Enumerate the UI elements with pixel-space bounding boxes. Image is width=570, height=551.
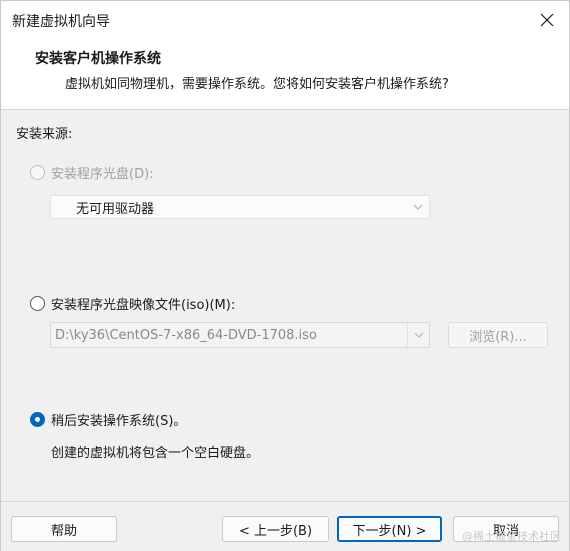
iso-path-value: D:\ky36\CentOS-7-x86_64-DVD-1708.iso [55,327,317,343]
help-button[interactable]: 帮助 [11,516,117,542]
page-title: 安装客户机操作系统 [35,51,161,67]
page-description: 虚拟机如同物理机，需要操作系统。您将如何安装客户机操作系统? [65,77,449,92]
drive-select: 无可用驱动器 [50,195,430,219]
wizard-content: 安装来源: 安装程序光盘(D): 无可用驱动器 安装程序光盘映像文件(iso)(… [1,111,569,501]
radio-button-checked[interactable] [30,412,45,427]
radio-installer-disc[interactable]: 安装程序光盘(D): [30,163,154,182]
back-button[interactable]: < 上一步(B) [222,516,329,542]
window-title: 新建虚拟机向导 [12,14,110,30]
wizard-header: 安装客户机操作系统 虚拟机如同物理机，需要操作系统。您将如何安装客户机操作系统? [1,39,569,110]
radio-installer-disc-label: 安装程序光盘(D): [51,167,154,182]
chevron-down-icon [407,196,429,218]
chevron-down-icon [407,323,429,347]
drive-select-value: 无可用驱动器 [76,201,155,217]
radio-button[interactable] [30,296,45,311]
radio-iso-image[interactable]: 安装程序光盘映像文件(iso)(M): [30,294,235,313]
close-button[interactable] [525,1,569,39]
install-later-description: 创建的虚拟机将包含一个空白硬盘。 [51,446,260,461]
radio-install-later[interactable]: 稍后安装操作系统(S)。 [30,410,186,429]
close-icon [540,13,554,27]
watermark: @稀土掘金技术社区 [462,530,561,543]
radio-button-disabled[interactable] [30,165,45,180]
title-bar: 新建虚拟机向导 [1,1,569,39]
iso-path-combobox: D:\ky36\CentOS-7-x86_64-DVD-1708.iso [50,322,430,348]
radio-iso-image-label: 安装程序光盘映像文件(iso)(M): [51,298,236,313]
new-vm-wizard-window: 新建虚拟机向导 安装客户机操作系统 虚拟机如同物理机，需要操作系统。您将如何安装… [0,0,570,551]
radio-install-later-label: 稍后安装操作系统(S)。 [51,414,187,429]
browse-button: 浏览(R)... [448,322,548,348]
next-button[interactable]: 下一步(N) > [337,516,442,542]
install-source-label: 安装来源: [16,127,73,142]
